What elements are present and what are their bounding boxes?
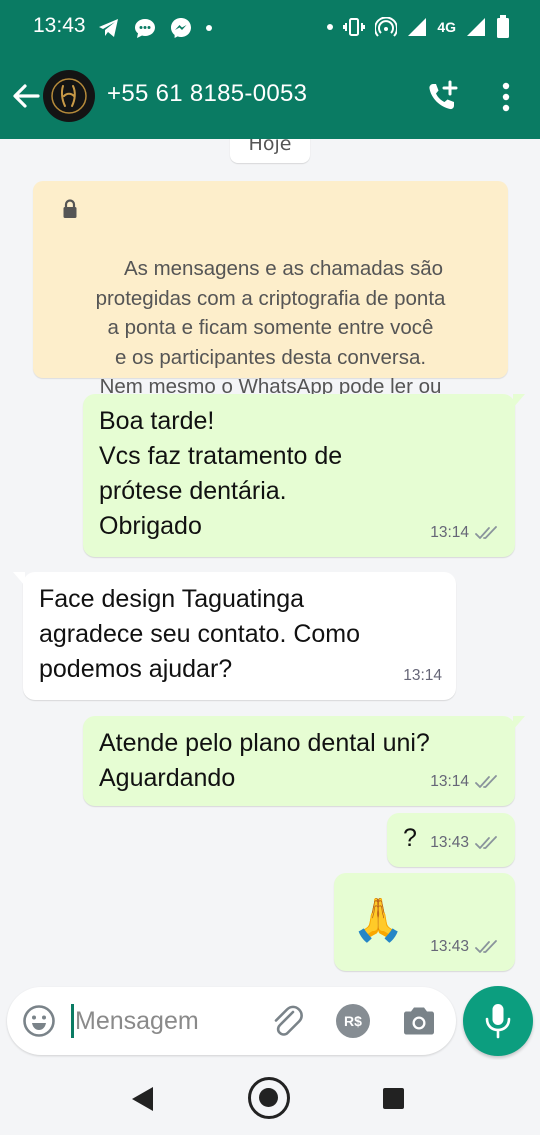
message-meta: 13:14 (403, 658, 442, 693)
signal-icon (408, 18, 427, 36)
contact-avatar[interactable] (43, 70, 95, 122)
attach-icon[interactable] (269, 1003, 305, 1039)
nav-back-icon[interactable] (130, 1086, 156, 1112)
voice-record-button[interactable] (463, 986, 533, 1056)
back-arrow-icon[interactable] (8, 78, 44, 114)
status-bar: 13:43 4G (0, 0, 540, 56)
nav-recents-icon[interactable] (383, 1088, 404, 1109)
more-options-icon[interactable] (494, 80, 518, 114)
status-time: 13:43 (33, 14, 86, 37)
message-time: 13:14 (403, 667, 442, 684)
system-icons: 4G (327, 14, 510, 40)
bubble-tail (513, 716, 525, 730)
camera-icon[interactable] (401, 1004, 437, 1038)
signal-icon (467, 18, 485, 36)
battery-icon (497, 15, 509, 38)
message-text: Atende pelo plano dental uni? Aguardando (99, 729, 430, 792)
message-time: 13:43 (430, 938, 469, 955)
text-cursor (71, 1004, 74, 1038)
notification-icons (98, 15, 212, 41)
system-navigation-bar (0, 1060, 540, 1135)
hotspot-icon (375, 17, 398, 37)
message-meta: 13:43 (430, 929, 501, 964)
message-text: Face design Taguatinga agradece seu cont… (39, 585, 361, 683)
chat-header: +55 61 8185-0053 (0, 56, 540, 139)
message-composer: R$ (7, 987, 456, 1055)
double-check-icon (475, 525, 497, 539)
contact-name[interactable]: +55 61 8185-0053 (107, 80, 307, 108)
date-chip: Hoje (230, 139, 310, 163)
message-time: 13:14 (430, 773, 469, 790)
network-type: 4G (437, 19, 456, 35)
message-outgoing[interactable]: Boa tarde! Vcs faz tratamento de prótese… (83, 394, 525, 557)
message-meta: 13:14 (430, 764, 501, 799)
message-time: 13:43 (430, 834, 469, 851)
microphone-icon (485, 1004, 511, 1039)
message-meta: 13:14 (430, 515, 501, 550)
message-input[interactable] (75, 1001, 245, 1041)
chat-icon (135, 19, 155, 38)
add-call-icon[interactable] (424, 78, 462, 116)
message-time: 13:14 (430, 524, 469, 541)
telegram-icon (99, 19, 118, 37)
message-outgoing[interactable]: Atende pelo plano dental uni? Aguardando… (83, 716, 525, 806)
emoji-icon[interactable] (21, 1003, 57, 1039)
bubble-tail (513, 394, 525, 408)
encryption-notice[interactable]: As mensagens e as chamadas são protegida… (33, 181, 508, 428)
bubble-tail (13, 572, 25, 586)
double-check-icon (475, 939, 497, 953)
message-outgoing[interactable]: ? 13:43 (387, 813, 515, 867)
more-notifications-icon (206, 25, 212, 31)
message-text: ? (403, 824, 417, 852)
message-emoji: 🙏 (352, 896, 405, 943)
message-incoming[interactable]: Face design Taguatinga agradece seu cont… (13, 572, 456, 700)
message-meta: 13:43 (430, 825, 501, 860)
messenger-icon (171, 18, 191, 38)
vibrate-icon (343, 18, 366, 36)
lock-icon (63, 199, 77, 218)
double-check-icon (475, 774, 497, 788)
message-text: Boa tarde! Vcs faz tratamento de prótese… (99, 407, 343, 540)
double-check-icon (475, 835, 497, 849)
dot-icon (327, 24, 334, 30)
conversation[interactable]: Hoje As mensagens e as chamadas são prot… (0, 139, 540, 985)
payment-icon[interactable]: R$ (336, 1004, 370, 1038)
nav-home-icon[interactable] (248, 1077, 290, 1119)
message-outgoing[interactable]: 🙏 13:43 (334, 873, 515, 971)
